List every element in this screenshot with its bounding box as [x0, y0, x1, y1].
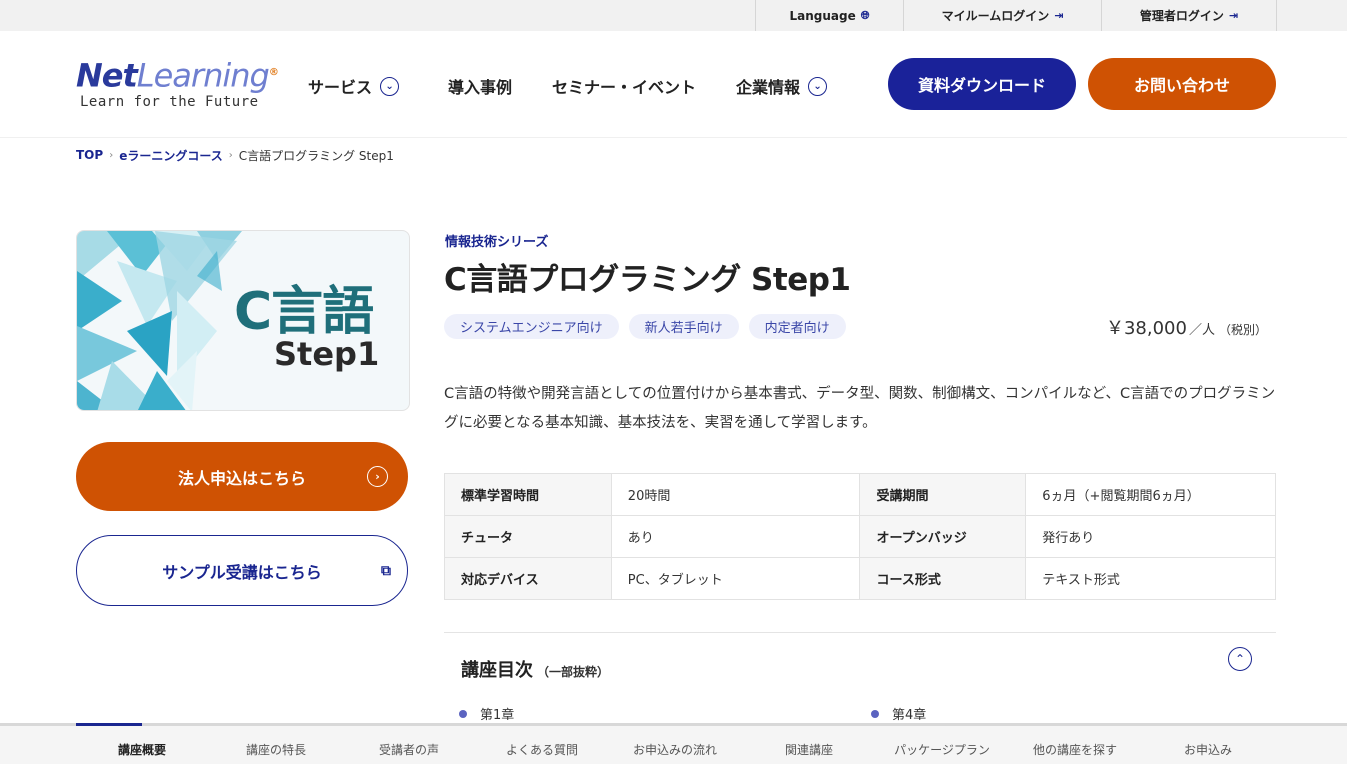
site-header: NetLearning® Learn for the Future サービス ⌄… — [0, 31, 1347, 138]
breadcrumb-top[interactable]: TOP — [76, 148, 103, 162]
tab-search[interactable]: 他の講座を探す — [1033, 741, 1117, 758]
logo-tagline: Learn for the Future — [80, 93, 259, 110]
contact-button[interactable]: お問い合わせ — [1088, 58, 1276, 110]
course-description: C言語の特徴や開発言語としての位置付けから基本書式、データ型、関数、制御構文、コ… — [444, 386, 1276, 431]
spec-value: 20時間 — [610, 473, 861, 516]
divider — [444, 632, 1276, 633]
chevron-down-icon: ⌄ — [808, 76, 828, 96]
tab-apply[interactable]: お申込み — [1184, 741, 1232, 758]
tab-faq[interactable]: よくある質問 — [506, 741, 578, 758]
section-tab-bar: 講座概要 講座の特長 受講者の声 よくある質問 お申込みの流れ 関連講座 パッケ… — [0, 723, 1347, 764]
language-label: Language — [789, 8, 856, 23]
thumbnail-title: C言語 — [234, 282, 374, 342]
course-thumbnail: C言語 Step1 — [76, 230, 410, 411]
table-row: 標準学習時間 20時間 受講期間 6ヵ月（+閲覧期間6ヵ月） — [444, 473, 1276, 516]
nav-cases-label: 導入事例 — [448, 78, 513, 97]
course-spec-table: 標準学習時間 20時間 受講期間 6ヵ月（+閲覧期間6ヵ月） チュータ あり オ… — [444, 473, 1276, 600]
sample-course-button[interactable]: サンプル受講はこちら ⧉ — [76, 535, 408, 606]
sample-course-label: サンプル受講はこちら — [162, 562, 322, 582]
spec-key: 対応デバイス — [444, 557, 612, 600]
spec-value: あり — [610, 515, 861, 558]
divider — [1276, 0, 1277, 31]
bullet-dot — [871, 709, 879, 718]
nav-company[interactable]: 企業情報 ⌄ — [736, 73, 828, 99]
tag-prospective: 内定者向け — [748, 314, 846, 339]
tab-features[interactable]: 講座の特長 — [246, 741, 306, 758]
spec-key: コース形式 — [859, 557, 1027, 600]
download-button[interactable]: 資料ダウンロード — [888, 58, 1076, 110]
breadcrumb-separator: › — [228, 149, 233, 161]
spec-key: 標準学習時間 — [444, 473, 612, 516]
logo-net-text: Net — [76, 56, 138, 95]
registered-mark: ® — [268, 67, 279, 78]
tag-new-young: 新人若手向け — [628, 314, 739, 339]
breadcrumb-elearning[interactable]: eラーニングコース — [119, 147, 223, 164]
globe-icon: 🌐︎ — [860, 8, 870, 22]
price-amount: ￥38,000 — [1105, 318, 1187, 339]
nav-service-label: サービス — [308, 78, 373, 97]
nav-service[interactable]: サービス ⌄ — [308, 73, 400, 99]
spec-key: チュータ — [444, 515, 612, 558]
external-link-icon: ⧉ — [381, 563, 391, 579]
table-row: 対応デバイス PC、タブレット コース形式 テキスト形式 — [444, 557, 1276, 600]
target-tags: システムエンジニア向け 新人若手向け 内定者向け — [444, 314, 846, 339]
tab-package[interactable]: パッケージプラン — [894, 741, 990, 758]
spec-key: オープンバッジ — [859, 515, 1027, 558]
bullet-dot — [459, 709, 467, 718]
chevron-down-icon: ⌄ — [380, 76, 400, 96]
login-icon: ⇥ — [1228, 9, 1239, 22]
tag-system-engineer: システムエンジニア向け — [444, 314, 619, 339]
chevron-up-icon: ⌃ — [1234, 652, 1246, 666]
myroom-login-label: マイルームログイン — [941, 9, 1050, 23]
active-tab-indicator — [76, 723, 142, 726]
breadcrumb-current: C言語プログラミング Step1 — [238, 148, 394, 163]
syllabus-note: （一部抜粋） — [537, 665, 610, 679]
chapter-label: 第1章 — [480, 708, 515, 723]
breadcrumb-separator: › — [109, 149, 114, 161]
list-item: 第1章 — [459, 704, 514, 723]
admin-login-label: 管理者ログイン — [1139, 9, 1224, 23]
tab-related[interactable]: 関連講座 — [785, 741, 833, 758]
tab-voices[interactable]: 受講者の声 — [379, 741, 439, 758]
page-title: C言語プログラミング Step1 — [444, 262, 851, 298]
arrow-right-icon: › — [367, 466, 388, 487]
thumbnail-subtitle: Step1 — [274, 335, 380, 373]
corporate-apply-label: 法人申込はこちら — [177, 468, 306, 488]
list-item: 第4章 — [871, 704, 926, 723]
price-tax: （税別） — [1218, 323, 1267, 337]
spec-key: 受講期間 — [859, 473, 1027, 516]
table-row: チュータ あり オープンバッジ 発行あり — [444, 515, 1276, 558]
corporate-apply-button[interactable]: 法人申込はこちら › — [76, 442, 408, 511]
language-switcher[interactable]: Language 🌐︎ — [755, 0, 903, 31]
chapter-label: 第4章 — [892, 708, 927, 723]
price-unit: ／人 — [1188, 323, 1215, 338]
spec-value: テキスト形式 — [1025, 557, 1276, 600]
tab-overview[interactable]: 講座概要 — [118, 741, 166, 758]
spec-value: 6ヵ月（+閲覧期間6ヵ月） — [1025, 473, 1276, 516]
nav-cases[interactable]: 導入事例 — [448, 73, 512, 99]
spec-value: 発行あり — [1025, 515, 1276, 558]
nav-company-label: 企業情報 — [736, 78, 801, 97]
nav-seminar[interactable]: セミナー・イベント — [552, 73, 696, 99]
spec-value: PC、タブレット — [610, 557, 861, 600]
syllabus-heading: 講座目次 （一部抜粋） — [461, 656, 609, 682]
admin-login-link[interactable]: 管理者ログイン ⇥ — [1101, 0, 1276, 31]
login-icon: ⇥ — [1054, 9, 1064, 22]
nav-seminar-label: セミナー・イベント — [552, 78, 697, 97]
site-logo[interactable]: NetLearning® Learn for the Future — [76, 53, 279, 113]
collapse-toggle-button[interactable]: ⌃ — [1228, 647, 1252, 671]
utility-bar: Language 🌐︎ マイルームログイン ⇥ 管理者ログイン ⇥ — [0, 0, 1347, 31]
course-series: 情報技術シリーズ — [445, 235, 549, 250]
course-price: ￥38,000 ／人 （税別） — [1106, 314, 1267, 340]
syllabus-title: 講座目次 — [461, 660, 533, 681]
logo-learning-text: Learning — [136, 56, 270, 95]
tab-flow[interactable]: お申込みの流れ — [633, 741, 717, 758]
myroom-login-link[interactable]: マイルームログイン ⇥ — [903, 0, 1101, 31]
breadcrumb: TOP › eラーニングコース › C言語プログラミング Step1 — [76, 146, 394, 164]
